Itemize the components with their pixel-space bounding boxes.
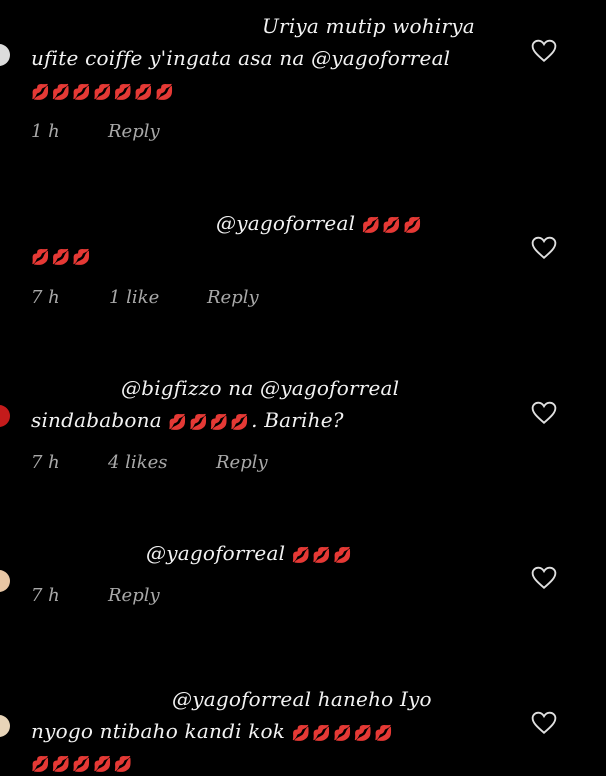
likes-count[interactable]: 4 likes <box>108 452 167 474</box>
kiss-emoji-icon: 💋💋💋 <box>291 546 354 564</box>
avatar[interactable] <box>0 44 10 66</box>
comment-text-line: ufite coiffe y'ingata asa na @yagoforrea… <box>31 46 451 70</box>
reply-button[interactable]: Reply <box>108 585 160 607</box>
heart-icon[interactable] <box>531 566 557 590</box>
comment-text-line: nyogo ntibaho kandi kok 💋💋💋💋💋 <box>31 719 395 745</box>
reply-button[interactable]: Reply <box>108 121 160 143</box>
kiss-emoji-icon: 💋💋💋 <box>361 216 424 234</box>
heart-icon[interactable] <box>531 39 557 63</box>
comment-text: sindababona <box>31 408 162 432</box>
kiss-emoji-icon: 💋💋💋💋💋 <box>31 755 135 773</box>
comment-text-line: @yagoforreal 💋💋💋 <box>146 541 354 567</box>
reply-button[interactable]: Reply <box>207 287 259 309</box>
timestamp: 1 h <box>31 121 60 142</box>
timestamp: 7 h <box>31 452 60 473</box>
heart-icon[interactable] <box>531 711 557 735</box>
kiss-emoji-icon: 💋💋💋💋 <box>168 413 252 431</box>
kiss-emoji-icon: 💋💋💋 <box>31 248 94 266</box>
heart-icon[interactable] <box>531 401 557 425</box>
avatar[interactable] <box>0 570 10 592</box>
avatar[interactable] <box>0 715 10 737</box>
kiss-emoji-icon: 💋💋💋💋💋💋💋 <box>31 83 176 101</box>
mention-text[interactable]: @yagoforreal <box>216 211 355 235</box>
reply-button[interactable]: Reply <box>216 452 268 474</box>
timestamp: 7 h <box>31 287 60 308</box>
comment-text-line: sindababona 💋💋💋💋. Barihe? <box>31 408 344 434</box>
mention-text[interactable]: @yagoforreal <box>146 541 285 565</box>
comment-text: nyogo ntibaho kandi kok <box>31 719 286 743</box>
timestamp: 7 h <box>31 585 60 606</box>
kiss-emoji-icon: 💋💋💋💋💋 <box>291 724 396 742</box>
comment-text-line: @yagoforreal haneho Iyo <box>172 687 432 711</box>
comment-text: . Barihe? <box>251 408 344 432</box>
comment-text-line: Uriya mutip wohirya <box>262 14 475 38</box>
heart-icon[interactable] <box>531 236 557 260</box>
comment-text-line: @bigfizzo na @yagoforreal <box>121 376 400 400</box>
avatar[interactable] <box>0 405 10 427</box>
comment-text-line: @yagoforreal 💋💋💋 <box>216 211 424 237</box>
likes-count[interactable]: 1 like <box>109 287 159 309</box>
